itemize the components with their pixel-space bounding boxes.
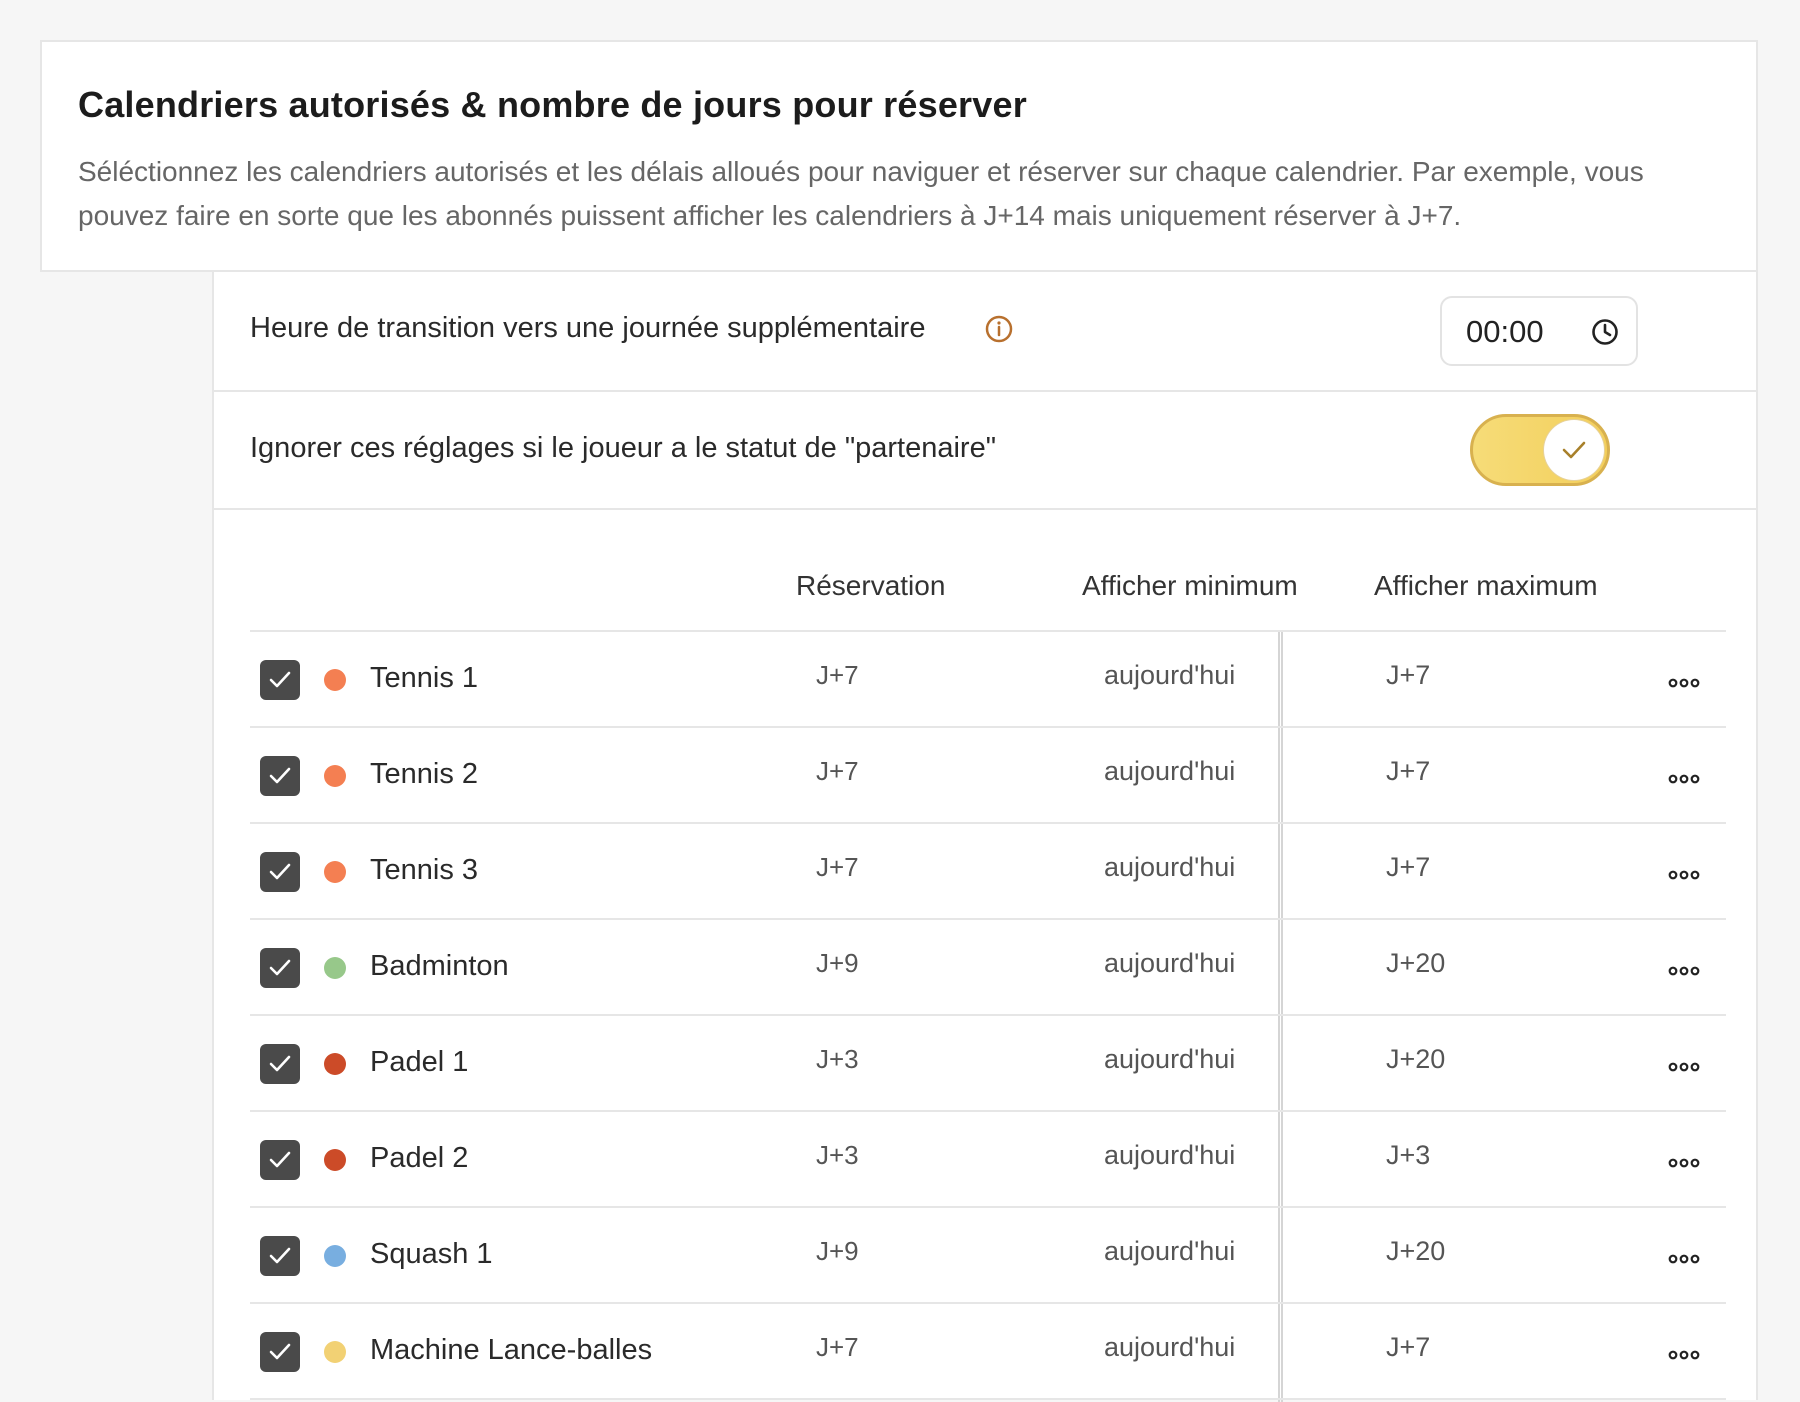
calendar-name: Machine Lance-balles [370, 1334, 653, 1366]
max-display-value: J+3 [1386, 1140, 1431, 1170]
calendar-checkbox[interactable] [260, 660, 300, 700]
transition-time-row: Heure de transition vers une journée sup… [214, 272, 1756, 392]
check-icon [269, 767, 291, 784]
reservation-value: J+9 [816, 1236, 859, 1266]
calendar-color-dot [324, 957, 346, 979]
calendar-color-dot [324, 1053, 346, 1075]
reservation-value: J+7 [816, 660, 859, 690]
calendar-color-dot [324, 1245, 346, 1267]
transition-time-input[interactable]: 00:00 [1440, 296, 1638, 366]
table-row: Tennis 1 J+7 aujourd'hui J+7 [250, 632, 1726, 728]
calendar-name: Tennis 3 [370, 854, 479, 886]
column-header-min: Afficher minimum [1082, 570, 1298, 601]
max-display-value: J+20 [1386, 948, 1446, 978]
column-header-max: Afficher maximum [1374, 570, 1598, 601]
calendar-name: Badminton [370, 950, 509, 982]
column-header-reservation: Réservation [796, 570, 946, 601]
table-row: Tennis 3 J+7 aujourd'hui J+7 [250, 824, 1726, 920]
calendar-checkbox[interactable] [260, 948, 300, 988]
min-display-value: aujourd'hui [1104, 1044, 1236, 1074]
calendar-checkbox[interactable] [260, 756, 300, 796]
page-description: Séléctionnez les calendriers autorisés e… [78, 156, 1644, 231]
transition-time-value: 00:00 [1466, 314, 1544, 349]
reservation-value: J+7 [816, 1332, 859, 1362]
table-row: Squash 1 J+9 aujourd'hui J+20 [250, 1208, 1726, 1304]
calendar-color-dot [324, 1149, 346, 1171]
calendar-color-dot [324, 1341, 346, 1363]
calendar-checkbox[interactable] [260, 852, 300, 892]
min-display-value: aujourd'hui [1104, 660, 1236, 690]
calendar-name: Tennis 1 [370, 662, 479, 694]
partner-override-toggle[interactable] [1470, 414, 1610, 486]
calendar-checkbox[interactable] [260, 1236, 300, 1276]
calendar-table-header: Réservation Afficher minimum Afficher ma… [250, 510, 1726, 632]
partner-override-label: Ignorer ces réglages si le joueur a le s… [250, 432, 997, 464]
min-display-value: aujourd'hui [1104, 948, 1236, 978]
max-display-value: J+20 [1386, 1236, 1446, 1266]
info-icon[interactable] [984, 314, 1014, 344]
check-icon [269, 863, 291, 880]
calendar-checkbox[interactable] [260, 1332, 300, 1372]
transition-time-label: Heure de transition vers une journée sup… [250, 312, 926, 344]
table-row: Padel 1 J+3 aujourd'hui J+20 [250, 1016, 1726, 1112]
check-icon [269, 1343, 291, 1360]
min-display-value: aujourd'hui [1104, 1140, 1236, 1170]
check-icon [269, 1151, 291, 1168]
table-row: Badminton J+9 aujourd'hui J+20 [250, 920, 1726, 1016]
more-options-icon[interactable] [1668, 964, 1700, 976]
min-display-value: aujourd'hui [1104, 852, 1236, 882]
max-display-value: J+20 [1386, 1044, 1446, 1074]
calendar-color-dot [324, 669, 346, 691]
more-options-icon[interactable] [1668, 772, 1700, 784]
calendar-table-body: Tennis 1 J+7 aujourd'hui J+7 Tennis 2 J+… [250, 632, 1726, 1400]
min-display-value: aujourd'hui [1104, 1236, 1236, 1266]
reservation-value: J+9 [816, 948, 859, 978]
more-options-icon[interactable] [1668, 1060, 1700, 1072]
reservation-value: J+7 [816, 756, 859, 786]
partner-override-row: Ignorer ces réglages si le joueur a le s… [214, 392, 1756, 510]
settings-panel: Heure de transition vers une journée sup… [212, 272, 1758, 1402]
clock-icon[interactable] [1590, 317, 1620, 347]
page-title: Calendriers autorisés & nombre de jours … [78, 84, 1027, 125]
calendar-name: Tennis 2 [370, 758, 479, 790]
check-icon [269, 1055, 291, 1072]
check-icon [1562, 441, 1586, 459]
more-options-icon[interactable] [1668, 1348, 1700, 1360]
more-options-icon[interactable] [1668, 868, 1700, 880]
max-display-value: J+7 [1386, 852, 1431, 882]
more-options-icon[interactable] [1668, 1156, 1700, 1168]
header-card: Calendriers autorisés & nombre de jours … [40, 40, 1758, 272]
reservation-value: J+7 [816, 852, 859, 882]
more-options-icon[interactable] [1668, 1252, 1700, 1264]
max-display-value: J+7 [1386, 1332, 1431, 1362]
check-icon [269, 671, 291, 688]
min-display-value: aujourd'hui [1104, 1332, 1236, 1362]
calendar-name: Padel 2 [370, 1142, 469, 1174]
table-row: Tennis 2 J+7 aujourd'hui J+7 [250, 728, 1726, 824]
table-row: Padel 2 J+3 aujourd'hui J+3 [250, 1112, 1726, 1208]
max-display-value: J+7 [1386, 660, 1431, 690]
check-icon [269, 959, 291, 976]
toggle-knob [1544, 420, 1604, 480]
calendar-color-dot [324, 765, 346, 787]
reservation-value: J+3 [816, 1140, 859, 1170]
more-options-icon[interactable] [1668, 676, 1700, 688]
calendar-name: Squash 1 [370, 1238, 493, 1270]
min-display-value: aujourd'hui [1104, 756, 1236, 786]
table-row: Machine Lance-balles J+7 aujourd'hui J+7 [250, 1304, 1726, 1400]
calendar-name: Padel 1 [370, 1046, 469, 1078]
max-display-value: J+7 [1386, 756, 1431, 786]
check-icon [269, 1247, 291, 1264]
calendar-checkbox[interactable] [260, 1044, 300, 1084]
reservation-value: J+3 [816, 1044, 859, 1074]
calendar-checkbox[interactable] [260, 1140, 300, 1180]
calendar-color-dot [324, 861, 346, 883]
